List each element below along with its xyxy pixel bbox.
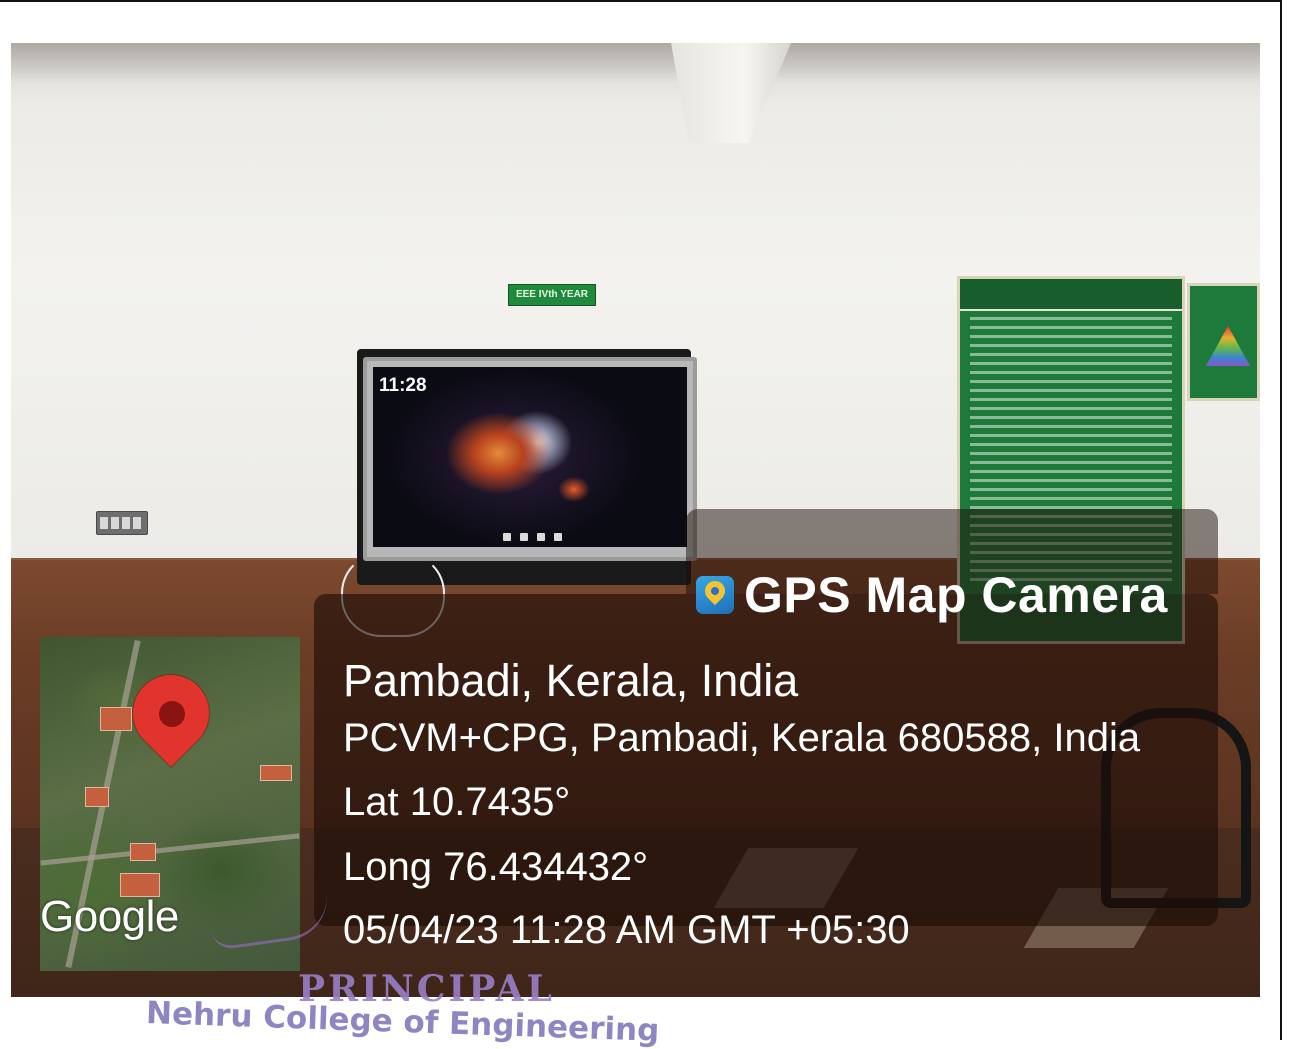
map-building bbox=[260, 765, 292, 781]
map-road bbox=[40, 833, 300, 866]
notice-header bbox=[960, 279, 1182, 311]
tv-dock bbox=[503, 533, 573, 543]
latitude: Lat 10.7435° bbox=[343, 780, 571, 824]
smart-tv: 11:28 bbox=[363, 357, 697, 561]
place-name: Pambadi, Kerala, India bbox=[343, 655, 799, 706]
longitude: Long 76.434432° bbox=[343, 845, 649, 889]
switch-plate bbox=[96, 511, 148, 535]
ceiling-shadow bbox=[11, 43, 1260, 83]
tv-clock: 11:28 bbox=[379, 375, 427, 396]
map-pin-dot bbox=[159, 701, 185, 727]
timestamp: 05/04/23 11:28 AM GMT +05:30 bbox=[343, 908, 910, 952]
tv-screen: 11:28 bbox=[373, 367, 687, 547]
google-logo: Google bbox=[40, 892, 179, 941]
brand-label: GPS Map Camera bbox=[744, 567, 1168, 623]
street-address: PCVM+CPG, Pambadi, Kerala 680588, India bbox=[343, 716, 1141, 760]
map-building bbox=[100, 707, 132, 731]
map-building bbox=[85, 787, 109, 807]
map-building bbox=[130, 843, 156, 861]
classroom-sign: EEE IVth YEAR bbox=[508, 284, 596, 306]
gps-map-camera-icon bbox=[696, 576, 734, 614]
notice-board-secondary bbox=[1187, 283, 1260, 401]
pyramid-chart-icon bbox=[1206, 326, 1250, 366]
